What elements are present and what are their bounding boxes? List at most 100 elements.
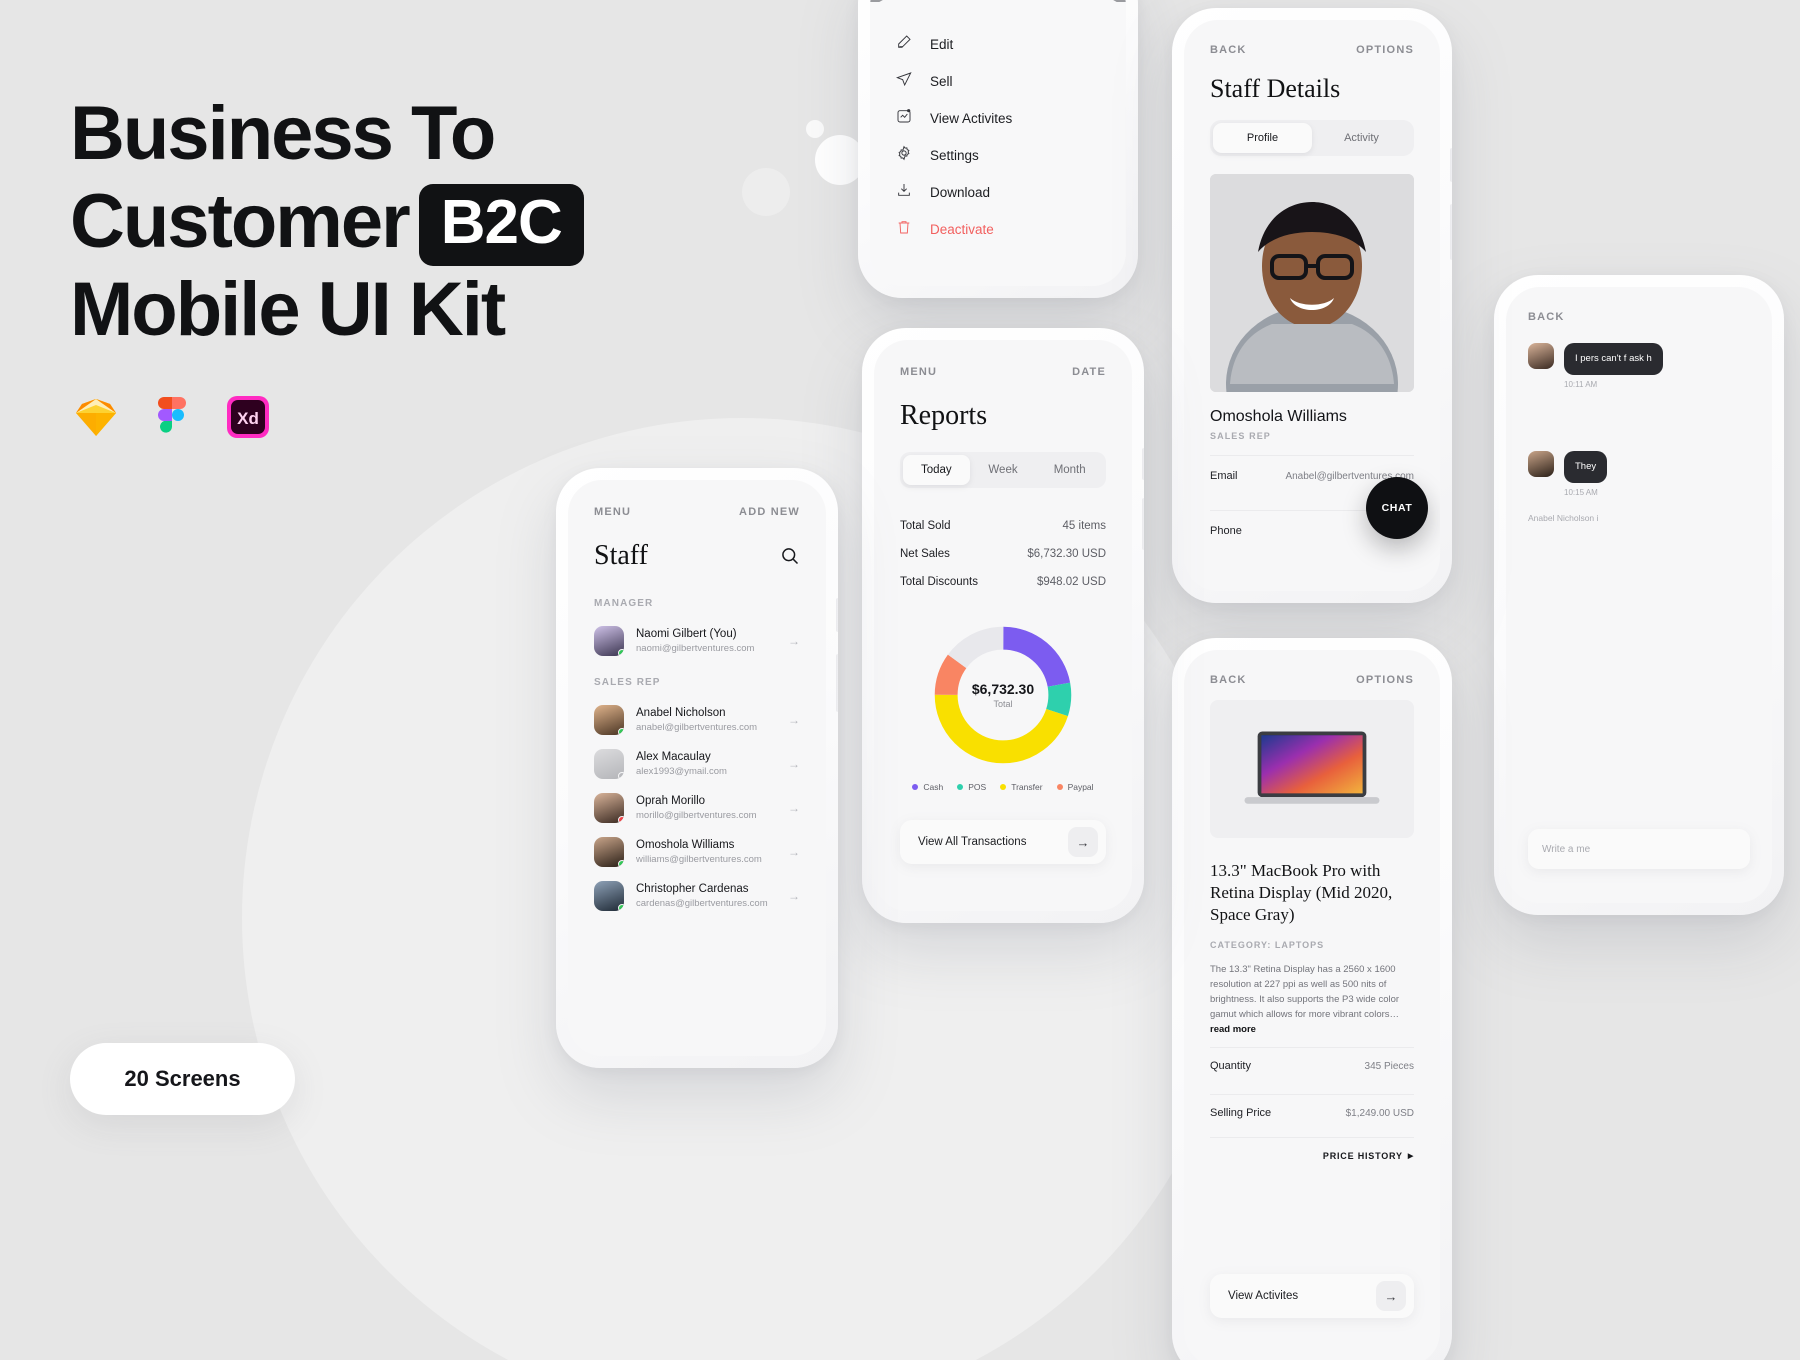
field-value: 345 Pieces [1364, 1060, 1414, 1072]
trash-icon [896, 219, 912, 240]
person-email: anabel@gilbertventures.com [636, 721, 758, 733]
avatar [594, 793, 624, 823]
menu-item-sell[interactable]: Sell [895, 63, 1100, 100]
tab-activity[interactable]: Activity [1312, 123, 1411, 153]
date-button[interactable]: DATE [1072, 366, 1106, 378]
reports-topbar: MENU DATE [900, 366, 1106, 378]
arrow-right-icon: → [788, 889, 800, 903]
tab-week[interactable]: Week [970, 455, 1037, 485]
menu-item-view-activities[interactable]: View Activites [896, 100, 1100, 137]
chat-content: BACK I pers can't f ask h 10:11 AM They … [1506, 287, 1772, 523]
chat-composer-input[interactable]: Write a me [1528, 829, 1750, 869]
list-item-info: Alex Macaulay alex1993@ymail.com [636, 750, 776, 779]
headline-line-1: Business To [70, 91, 496, 176]
avatar [594, 626, 624, 656]
price-history-link[interactable]: PRICE HISTORY ▶ [1210, 1137, 1414, 1161]
read-more-link[interactable]: read more [1210, 1024, 1256, 1035]
product-title: 13.3" MacBook Pro with Retina Display (M… [1210, 861, 1393, 924]
headline-line-2: Customer B2C [70, 178, 770, 266]
field-selling-price: Selling Price $1,249.00 USD [1210, 1094, 1414, 1131]
list-item[interactable]: Naomi Gilbert (You) naomi@gilbertventures… [594, 619, 800, 663]
chat-meta-label: Anabel Nicholson i [1528, 513, 1599, 523]
screens-count-pill: 20 Screens [70, 1043, 295, 1115]
chat-back-button[interactable]: BACK [1528, 311, 1565, 323]
device-side-button [1450, 148, 1452, 182]
page-title: Staff Details [1210, 74, 1341, 103]
list-item-info: Oprah Morillo morillo@gilbertventures.com [636, 794, 776, 823]
chat-button[interactable]: CHAT [1366, 477, 1428, 539]
avatar [1528, 343, 1554, 369]
menu-item-label: Download [930, 185, 991, 200]
legend-color-dot [912, 784, 919, 790]
status-badge [618, 860, 624, 867]
headline-line-2-text: Customer [70, 179, 411, 264]
chat-message-row: They 10:15 AM [1528, 451, 1750, 497]
field-label: Phone [1210, 525, 1242, 537]
options-button[interactable]: OPTIONS [1356, 674, 1414, 686]
page-title: Staff [594, 540, 648, 571]
phone-mockup-reports: MENU DATE Reports Today Week Month Total… [862, 328, 1144, 923]
action-menu-screen: × Edit Sell View Activites [870, 0, 1126, 286]
sketch-icon [72, 393, 120, 441]
person-name: Anabel Nicholson [636, 706, 726, 719]
status-badge [618, 772, 624, 779]
staff-group-label: SALES REP [594, 677, 661, 688]
product-topbar: BACK OPTIONS [1210, 674, 1414, 686]
stat-label: Net Sales [900, 548, 950, 560]
menu-item-download[interactable]: Download [896, 174, 1100, 211]
legend-label: Cash [923, 782, 944, 792]
list-item[interactable]: Christopher Cardenas cardenas@gilbertvent… [594, 874, 800, 918]
list-item-info: Omoshola Williams williams@gilbertventure… [636, 838, 776, 867]
legend-label: Paypal [1067, 782, 1094, 792]
menu-item-settings[interactable]: Settings [896, 137, 1100, 174]
menu-item-label: View Activites [930, 111, 1013, 126]
avatar [594, 881, 624, 911]
person-email: alex1993@ymail.com [636, 765, 727, 777]
staff-groups: MANAGER Naomi Gilbert (You) naomi@gilbertv… [594, 598, 800, 918]
options-button[interactable]: OPTIONS [1356, 44, 1414, 56]
list-item[interactable]: Alex Macaulay alex1993@ymail.com → [594, 742, 800, 786]
person-email: morillo@gilbertventures.com [636, 809, 757, 821]
pencil-icon [896, 34, 912, 55]
product-description-text: The 13.3" Retina Display has a 2560 x 16… [1210, 964, 1400, 1020]
menu-item-edit[interactable]: Edit [896, 26, 1100, 63]
stat-total-discounts: Total Discounts $948.02 USD [900, 568, 1106, 596]
stat-label: Total Sold [900, 520, 951, 532]
activity-icon [896, 108, 912, 129]
avatar [594, 749, 624, 779]
menu-item-label: Deactivate [930, 222, 994, 237]
phone-mockup-staff-list: MENU ADD NEW Staff MANAGER Naomi Gilbert … [556, 468, 838, 1068]
view-activities-button[interactable]: View Activites → [1210, 1274, 1414, 1318]
arrow-right-icon: → [788, 801, 800, 815]
back-button[interactable]: BACK [1210, 674, 1247, 686]
tab-profile[interactable]: Profile [1213, 123, 1312, 153]
staff-list-screen: MENU ADD NEW Staff MANAGER Naomi Gilbert … [568, 480, 826, 1056]
list-item[interactable]: Anabel Nicholson anabel@gilbertventures.c… [594, 698, 800, 742]
field-label: Quantity [1210, 1060, 1251, 1072]
donut-chart-legend: Cash POS Transfer Paypal [900, 782, 1106, 792]
list-item[interactable]: Oprah Morillo morillo@gilbertventures.com… [594, 786, 800, 830]
menu-button[interactable]: MENU [900, 366, 937, 378]
back-button[interactable]: BACK [1210, 44, 1247, 56]
view-all-transactions-button[interactable]: View All Transactions → [900, 820, 1106, 864]
tab-today[interactable]: Today [903, 455, 970, 485]
gear-icon [896, 145, 912, 166]
arrow-right-icon: → [788, 634, 800, 648]
search-icon[interactable] [780, 546, 800, 566]
list-item[interactable]: Omoshola Williams williams@gilbertventure… [594, 830, 800, 874]
menu-item-deactivate[interactable]: Deactivate [896, 211, 1100, 248]
avatar [594, 705, 624, 735]
person-role: SALES REP [1210, 431, 1271, 441]
tab-month[interactable]: Month [1036, 455, 1103, 485]
legend-item: Transfer [1000, 782, 1043, 792]
person-name: Omoshola Williams [636, 838, 735, 851]
donut-center-label-group: $6,732.30 Total [972, 681, 1034, 709]
page-title: Reports [900, 400, 988, 431]
reports-content: MENU DATE Reports Today Week Month Total… [874, 340, 1132, 792]
add-new-button[interactable]: ADD NEW [739, 506, 800, 518]
phone-mockup-chat: BACK I pers can't f ask h 10:11 AM They … [1494, 275, 1784, 915]
menu-button[interactable]: MENU [594, 506, 631, 518]
legend-label: POS [968, 782, 987, 792]
field-quantity: Quantity 345 Pieces [1210, 1047, 1414, 1084]
product-image [1210, 700, 1414, 838]
